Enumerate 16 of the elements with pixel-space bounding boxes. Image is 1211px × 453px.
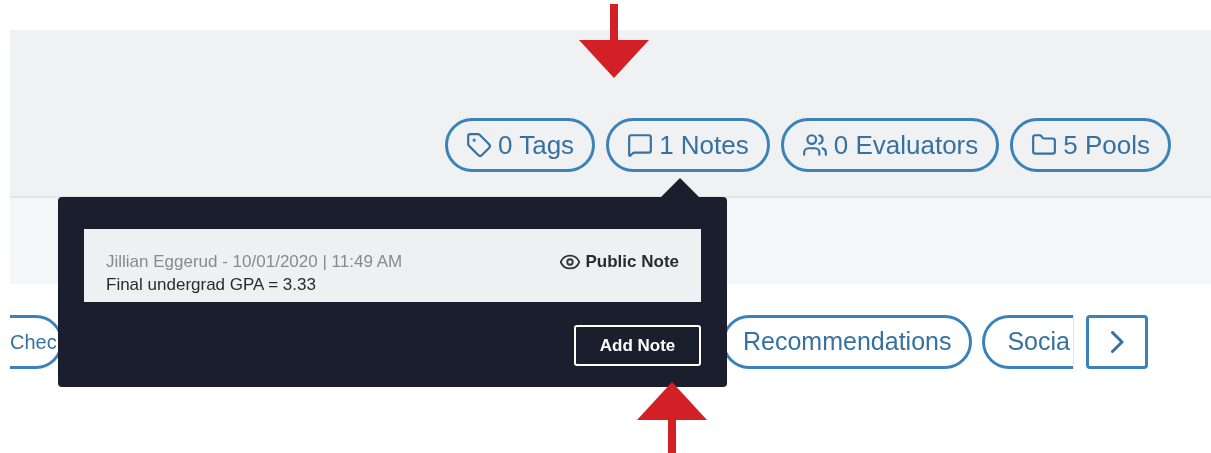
note-meta: Jillian Eggerud - 10/01/2020 | 11:49 AM [106,251,403,273]
tab-pill[interactable]: Socia [982,315,1074,369]
next-button[interactable] [1086,315,1149,369]
speech-bubble-icon [627,132,654,158]
chevron-right-icon [1110,331,1124,353]
annotation-arrow [637,382,707,453]
counter-button[interactable]: 0 Tags [445,118,596,172]
counter-button[interactable]: 0 Evaluators [780,118,1000,172]
people-icon [801,132,828,158]
add-note-button[interactable]: Add Note [574,325,701,366]
counter-button[interactable]: 5 Pools [1010,118,1171,172]
counter-button[interactable]: 1 Notes [606,118,770,172]
tag-icon [466,132,492,158]
folder-icon [1031,132,1058,158]
visibility-label: Public Note [585,251,679,273]
note-text: Final undergrad GPA = 3.33 [106,274,317,295]
